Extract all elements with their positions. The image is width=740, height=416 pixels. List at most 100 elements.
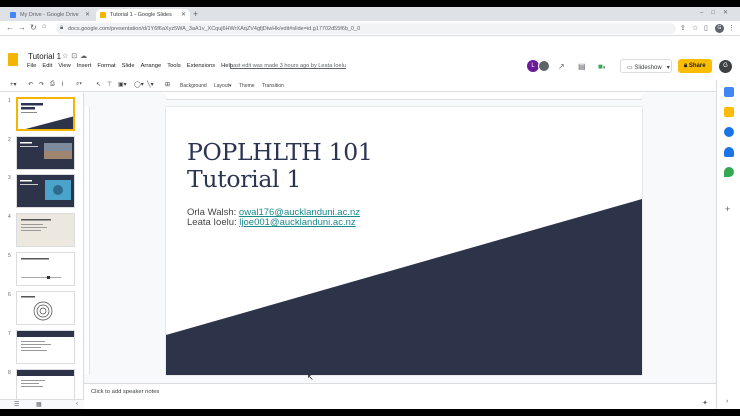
new-tab-button[interactable]: +: [193, 9, 198, 19]
slide-thumbnail-6[interactable]: [16, 291, 75, 325]
browser-tab-drive[interactable]: My Drive - Google Drive ✕: [6, 9, 94, 21]
slide-credits[interactable]: Orla Walsh: owal176@aucklanduni.ac.nz Le…: [187, 208, 360, 228]
keep-icon[interactable]: [724, 107, 734, 117]
toolbar: +▾ ↶ ↷ ⎙ ⌇ ⌕▾ ↖ ⊤ ▣▾ ◯▾ ╲▾ ⊞ Background …: [0, 80, 716, 92]
slide-thumbnail-7[interactable]: [16, 330, 75, 364]
slide-number: 2: [8, 137, 11, 143]
user-avatar[interactable]: G: [719, 60, 732, 73]
cloud-status-icon[interactable]: ☁: [80, 53, 90, 60]
add-comment-icon[interactable]: ⊞: [165, 81, 170, 88]
list-view-icon[interactable]: ☰: [14, 401, 19, 408]
meet-video-icon[interactable]: ■▾: [598, 62, 605, 71]
browser-profile-avatar[interactable]: G: [715, 24, 724, 33]
maps-icon[interactable]: [724, 167, 734, 177]
grid-view-icon[interactable]: ▦: [36, 401, 42, 408]
undo-icon[interactable]: ↶: [28, 81, 33, 88]
collaborator-avatar-2[interactable]: [538, 60, 550, 72]
url-field[interactable]: 🔒︎ docs.google.com/presentation/d/1Y6f6a…: [56, 23, 676, 34]
slide-thumbnail-art: [17, 175, 74, 207]
activity-trend-icon[interactable]: ↗: [558, 62, 565, 71]
side-panel: + ›: [716, 80, 740, 409]
menu-arrange[interactable]: Arrange: [141, 63, 162, 73]
bookmark-star-icon[interactable]: ☆: [692, 24, 698, 32]
slide-thumbnail-1[interactable]: [16, 97, 75, 131]
menu-tools[interactable]: Tools: [167, 63, 181, 73]
address-bar-row: ← → ↻ ⌂ 🔒︎ docs.google.com/presentation/…: [0, 21, 740, 36]
last-edit-link[interactable]: Last edit was made 3 hours ago by Leata …: [230, 63, 346, 69]
slide-thumbnail-art: [17, 331, 74, 351]
forward-icon[interactable]: →: [18, 23, 26, 32]
slide-thumbnail-art: [17, 137, 74, 169]
reload-icon[interactable]: ↻: [30, 23, 37, 32]
print-icon[interactable]: ⎙: [50, 81, 55, 88]
browser-tab-slides[interactable]: Tutorial 1 - Google Slides ✕: [96, 9, 190, 21]
credit-line-2: Leata Ioelu: ljoe001@aucklanduni.ac.nz: [187, 218, 360, 228]
presentation-title[interactable]: Tutorial 1: [28, 52, 61, 61]
tab-title: My Drive - Google Drive: [20, 12, 79, 18]
slide-thumbnail-5[interactable]: [16, 252, 75, 286]
url-text: docs.google.com/presentation/d/1Y6f6aXyz…: [68, 25, 361, 32]
slide-canvas[interactable]: POPLHLTH 101 Tutorial 1 Orla Walsh: owal…: [166, 107, 642, 375]
comments-icon[interactable]: ▤: [578, 62, 586, 71]
slideshow-dropdown-icon[interactable]: ▾: [667, 65, 670, 71]
new-slide-icon[interactable]: +▾: [10, 81, 17, 88]
menu-insert[interactable]: Insert: [77, 63, 92, 73]
slide-thumbnail-2[interactable]: [16, 136, 75, 170]
chrome-menu-icon[interactable]: ⋮: [728, 24, 735, 32]
menu-file[interactable]: File: [27, 63, 36, 73]
collapse-filmstrip-icon[interactable]: ‹: [76, 401, 78, 407]
share-button[interactable]: 🔒︎ Share: [678, 59, 712, 73]
credit-name: Leata Ioelu:: [187, 217, 240, 228]
contacts-icon[interactable]: [724, 147, 734, 157]
tasks-icon[interactable]: [724, 127, 734, 137]
slide-thumbnail-art: [21, 258, 61, 279]
layout-button[interactable]: Layout▾: [214, 83, 232, 89]
menu-bar: File Edit View Insert Format Slide Arran…: [27, 63, 239, 73]
slide-thumbnail-4[interactable]: [16, 213, 75, 247]
menu-view[interactable]: View: [58, 63, 70, 73]
image-icon[interactable]: ▣▾: [118, 81, 127, 88]
slide-thumbnail-3[interactable]: [16, 174, 75, 208]
close-tab-icon[interactable]: ✕: [85, 11, 90, 18]
speaker-notes[interactable]: Click to add speaker notes: [84, 383, 716, 399]
redo-icon[interactable]: ↷: [39, 81, 44, 88]
menu-extensions[interactable]: Extensions: [187, 63, 215, 73]
zoom-icon[interactable]: ⌕▾: [76, 81, 82, 88]
calendar-icon[interactable]: [724, 87, 734, 97]
menu-slide[interactable]: Slide: [122, 63, 135, 73]
slide-thumbnail-art: [21, 219, 51, 231]
email-link[interactable]: ljoe001@aucklanduni.ac.nz: [239, 217, 355, 228]
home-icon[interactable]: ⌂: [42, 23, 46, 30]
mouse-cursor-icon: ↖: [307, 373, 314, 382]
slides-logo-icon[interactable]: [8, 53, 18, 66]
share-label: Share: [688, 62, 706, 69]
close-tab-icon[interactable]: ✕: [181, 11, 186, 18]
slide-thumbnail-8[interactable]: [16, 369, 75, 399]
lock-icon: 🔒︎: [60, 25, 64, 31]
menu-edit[interactable]: Edit: [42, 63, 52, 73]
slide-number: 3: [8, 175, 11, 181]
paint-format-icon[interactable]: ⌇: [61, 81, 64, 88]
slideshow-button[interactable]: ▭ Slideshow ▾: [620, 59, 672, 73]
slide-title[interactable]: POPLHLTH 101 Tutorial 1: [187, 139, 373, 193]
back-icon[interactable]: ←: [6, 23, 14, 32]
line-icon[interactable]: ╲▾: [147, 81, 154, 88]
star-icon[interactable]: ☆: [62, 53, 71, 60]
explore-icon[interactable]: ✦: [702, 399, 708, 407]
add-addon-icon[interactable]: +: [725, 204, 730, 214]
select-cursor-icon[interactable]: ↖: [96, 81, 101, 88]
side-panel-icon[interactable]: ▯: [704, 24, 708, 32]
theme-button[interactable]: Theme: [239, 83, 255, 89]
window-controls[interactable]: –□✕: [700, 9, 736, 16]
share-page-icon[interactable]: ⇪: [680, 24, 686, 32]
text-box-icon[interactable]: ⊤: [107, 81, 112, 88]
slide-thumbnail-art: [17, 370, 74, 387]
background-button[interactable]: Background: [180, 83, 207, 89]
move-folder-icon[interactable]: ⊡: [71, 53, 80, 60]
shape-icon[interactable]: ◯▾: [134, 81, 144, 88]
transition-button[interactable]: Transition: [262, 83, 284, 89]
slide-number: 5: [8, 253, 11, 259]
expand-panel-icon[interactable]: ›: [726, 398, 728, 405]
menu-format[interactable]: Format: [97, 63, 115, 73]
filmstrip-footer: ☰ ▦ ‹: [0, 399, 84, 409]
